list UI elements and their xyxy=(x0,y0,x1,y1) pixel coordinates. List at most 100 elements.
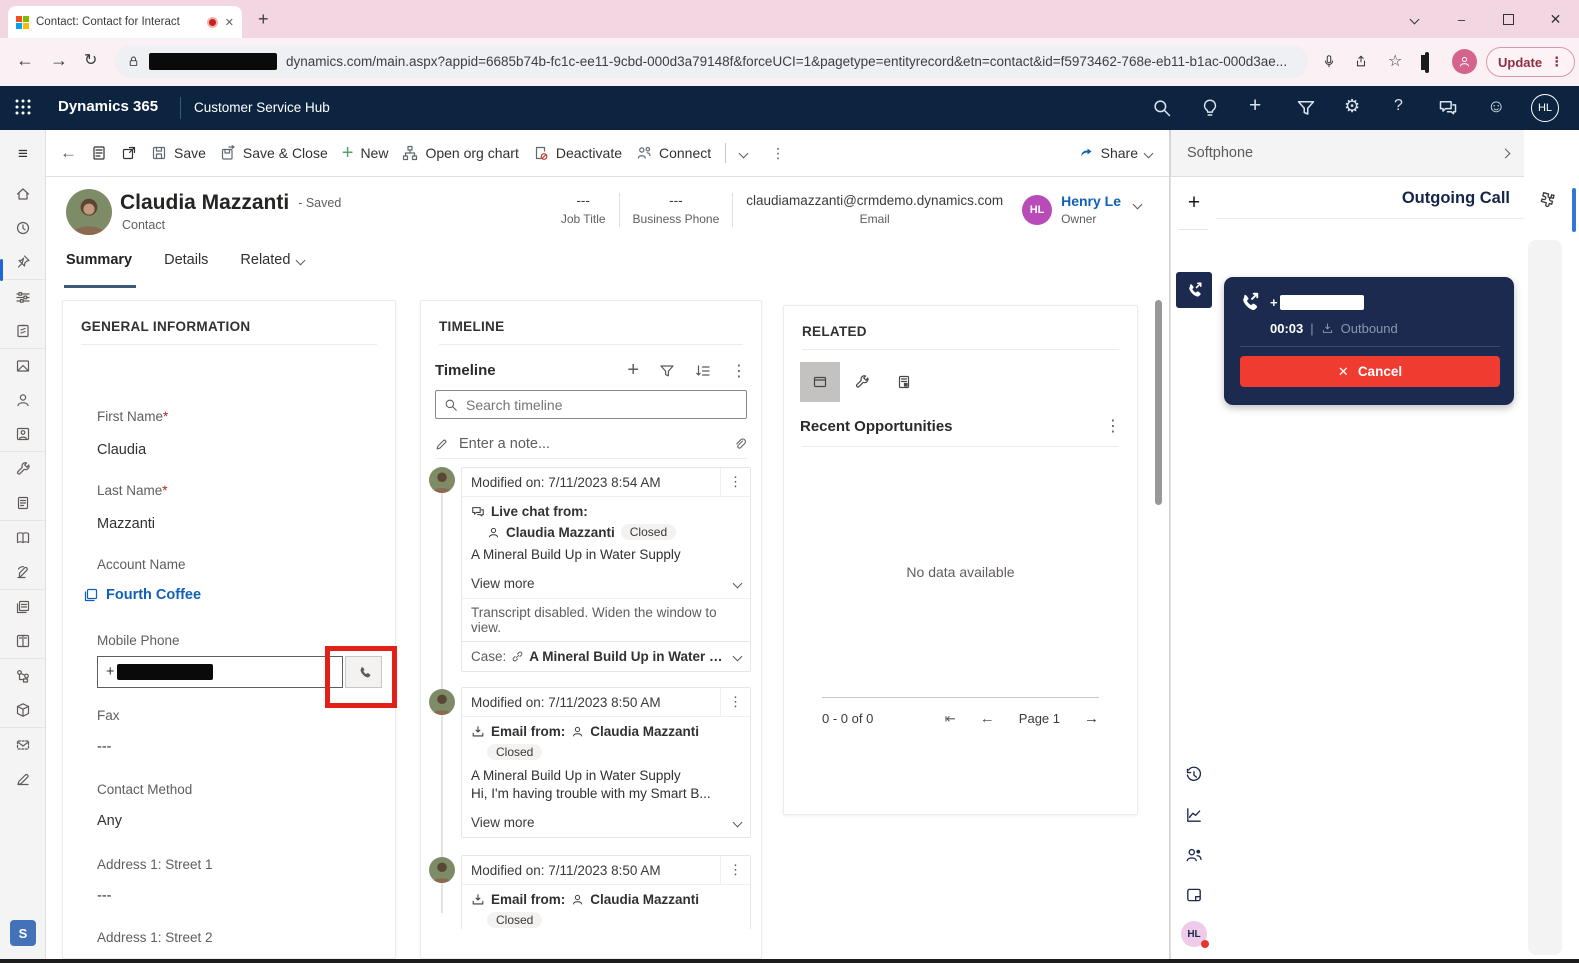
case-row[interactable]: Case: A Mineral Build Up in Water S... xyxy=(462,641,750,671)
sidebar-item-email-templates[interactable] xyxy=(0,728,46,762)
entry-from[interactable]: Claudia Mazzanti xyxy=(590,892,699,907)
agent-presence-avatar[interactable]: HL xyxy=(1171,914,1217,954)
sidebar-item-social-profiles[interactable] xyxy=(0,417,46,451)
related-tab-entitlements[interactable] xyxy=(884,362,924,402)
timeline-filter-icon[interactable] xyxy=(659,363,675,379)
sidebar-item-knowledge-articles[interactable] xyxy=(0,521,46,555)
note-input[interactable]: Enter a note... xyxy=(459,436,723,452)
save-button[interactable]: Save xyxy=(151,145,206,161)
active-call-session-tab[interactable] xyxy=(1176,272,1212,308)
entry-from[interactable]: Claudia Mazzanti xyxy=(590,724,699,739)
copilot-puzzle-icon[interactable] xyxy=(1538,191,1556,209)
last-name-value[interactable]: Mazzanti xyxy=(97,516,168,532)
notes-icon[interactable] xyxy=(1171,875,1217,915)
settings-gear-icon[interactable]: ⚙ xyxy=(1344,96,1360,117)
tab-actions-icon[interactable] xyxy=(1391,0,1438,38)
timeline-search-input[interactable] xyxy=(435,390,747,419)
record-back-icon[interactable]: ← xyxy=(60,143,77,163)
back-icon[interactable]: ← xyxy=(16,50,34,71)
new-button[interactable]: + New xyxy=(342,142,389,165)
refresh-icon[interactable]: ↻ xyxy=(84,50,97,70)
sidebar-item-pinned[interactable] xyxy=(0,245,46,279)
brand-title[interactable]: Dynamics 365 xyxy=(58,98,158,115)
connect-button[interactable]: Connect xyxy=(636,145,711,161)
microphone-icon[interactable] xyxy=(1322,54,1336,68)
collapsed-pane-track[interactable] xyxy=(1528,240,1562,955)
entry-more-icon[interactable]: ⋮ xyxy=(720,688,750,716)
save-and-close-button[interactable]: Save & Close xyxy=(220,145,328,161)
tab-summary[interactable]: Summary xyxy=(66,252,132,268)
share-page-icon[interactable] xyxy=(1354,54,1368,68)
sidebar-item-knowledge-search[interactable] xyxy=(0,555,46,589)
favorite-star-icon[interactable]: ☆ xyxy=(1388,51,1402,71)
split-screen-icon[interactable] xyxy=(1425,54,1429,72)
header-email[interactable]: claudiamazzanti@crmdemo.dynamics.com Ema… xyxy=(746,193,1003,226)
related-more-icon[interactable]: ⋮ xyxy=(1105,416,1121,436)
filter-icon[interactable] xyxy=(1296,98,1316,118)
account-name-field[interactable]: Account Name Fourth Coffee xyxy=(97,556,201,603)
open-org-chart-button[interactable]: Open org chart xyxy=(402,145,518,161)
timeline-more-icon[interactable]: ⋮ xyxy=(731,361,747,381)
popout-icon[interactable] xyxy=(121,145,137,161)
case-link[interactable]: A Mineral Build Up in Water S... xyxy=(529,649,729,664)
collapse-panel-icon[interactable] xyxy=(1501,148,1511,158)
share-button[interactable]: Share xyxy=(1078,145,1152,161)
smiley-icon[interactable]: ☺ xyxy=(1487,96,1505,117)
case-expand-icon[interactable] xyxy=(733,652,743,662)
sidebar-item-contacts[interactable] xyxy=(0,383,46,417)
sidebar-item-news[interactable] xyxy=(0,590,46,624)
header-owner[interactable]: HL Henry Le Owner xyxy=(1022,193,1121,226)
app-name[interactable]: Customer Service Hub xyxy=(194,100,330,115)
search-icon[interactable] xyxy=(1152,98,1172,118)
sitemap-hamburger-icon[interactable]: ≡ xyxy=(0,130,46,177)
first-name-value[interactable]: Claudia xyxy=(97,442,168,458)
last-name-field[interactable]: Last Name* Mazzanti xyxy=(97,482,168,532)
entry-from[interactable]: Claudia Mazzanti xyxy=(506,525,615,540)
new-tab-button[interactable]: + xyxy=(258,9,269,30)
entry-more-icon[interactable]: ⋮ xyxy=(720,856,750,884)
browser-tab[interactable]: Contact: Contact for Interact ✕ xyxy=(8,6,242,38)
tab-close-icon[interactable]: ✕ xyxy=(225,16,234,29)
header-business-phone[interactable]: --- Business Phone xyxy=(633,193,720,226)
browser-update-button[interactable]: Update ⋮ xyxy=(1486,47,1575,77)
cancel-call-button[interactable]: ✕ Cancel xyxy=(1240,356,1500,387)
account-link[interactable]: Fourth Coffee xyxy=(106,587,201,603)
record-set-icon[interactable] xyxy=(91,145,107,161)
feedback-chat-icon[interactable] xyxy=(1438,98,1458,118)
timeline-sort-icon[interactable] xyxy=(695,363,711,379)
environment-badge[interactable]: S xyxy=(10,920,36,946)
timeline-entry-livechat[interactable]: Modified on: 7/11/2023 8:54 AM ⋮ Live ch… xyxy=(461,467,751,672)
view-more-button[interactable]: View more xyxy=(462,569,750,598)
address-bar[interactable]: dynamics.com/main.aspx?appid=6685b74b-fc… xyxy=(115,45,1308,78)
next-page-icon[interactable]: → xyxy=(1084,710,1099,727)
view-more-button[interactable]: View more xyxy=(462,808,750,837)
related-tab-cases[interactable] xyxy=(842,362,882,402)
sidebar-item-compose[interactable] xyxy=(0,762,46,796)
maximize-button[interactable] xyxy=(1485,0,1532,38)
sidebar-item-book[interactable] xyxy=(0,624,46,658)
contact-method-value[interactable]: Any xyxy=(97,813,192,829)
sidebar-item-recent[interactable] xyxy=(0,211,46,245)
first-page-icon[interactable]: ⇤ xyxy=(945,711,956,727)
header-expand-icon[interactable] xyxy=(1133,200,1143,210)
related-tab-opportunities[interactable] xyxy=(800,362,840,402)
fax-field[interactable]: Fax --- xyxy=(97,707,120,755)
vertical-scrollbar[interactable] xyxy=(1155,300,1162,505)
owner-name[interactable]: Henry Le xyxy=(1061,193,1121,209)
sidebar-item-cases[interactable] xyxy=(0,452,46,486)
conversation-history-icon[interactable] xyxy=(1171,755,1217,795)
timeline-entry-email-2[interactable]: Modified on: 7/11/2023 8:50 AM ⋮ Email f… xyxy=(461,855,751,929)
help-icon[interactable]: ? xyxy=(1394,97,1403,115)
prev-page-icon[interactable]: ← xyxy=(980,710,995,727)
header-job-title[interactable]: --- Job Title xyxy=(561,193,606,226)
insights-chart-icon[interactable] xyxy=(1171,795,1217,835)
connect-dropdown-icon[interactable] xyxy=(739,148,749,158)
sidebar-item-activities[interactable] xyxy=(0,314,46,348)
tab-details[interactable]: Details xyxy=(164,252,208,268)
sidebar-item-queues[interactable] xyxy=(0,486,46,520)
sidebar-item-home[interactable] xyxy=(0,177,46,211)
address1-street2-field[interactable]: Address 1: Street 2 xyxy=(97,929,213,947)
user-avatar[interactable]: HL xyxy=(1531,94,1559,122)
more-commands-icon[interactable]: ⋮ xyxy=(771,145,785,162)
fax-value[interactable]: --- xyxy=(97,739,120,755)
